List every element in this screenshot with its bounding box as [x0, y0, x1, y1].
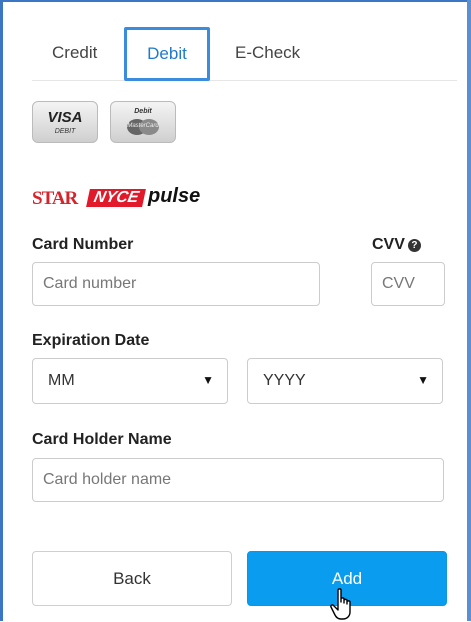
caret-down-icon: ▼: [417, 373, 429, 387]
payment-method-tabs: Credit Debit E-Check: [32, 27, 457, 81]
back-button[interactable]: Back: [32, 551, 232, 606]
tab-debit[interactable]: Debit: [124, 27, 210, 81]
cvv-label: CVV: [372, 236, 405, 253]
card-number-label: Card Number: [32, 236, 134, 253]
month-value: MM: [48, 372, 75, 389]
star-network-logo: STAR: [32, 188, 78, 209]
frame-top-border: [0, 0, 471, 2]
hand-pointer-cursor-icon: [330, 588, 351, 620]
cvv-input[interactable]: [371, 262, 445, 306]
card-holder-name-label: Card Holder Name: [32, 431, 172, 448]
pulse-network-logo: pulse: [148, 185, 201, 207]
tab-credit[interactable]: Credit: [52, 28, 97, 78]
mastercard-brand-text: MasterCard: [127, 123, 159, 129]
question-circle-icon[interactable]: ?: [407, 239, 421, 252]
visa-sub-text: DEBIT: [54, 128, 76, 135]
tab-echeck[interactable]: E-Check: [235, 28, 300, 78]
mastercard-debit-logo: Debit MasterCard: [110, 101, 176, 143]
caret-down-icon: ▼: [202, 373, 214, 387]
expiration-year-select[interactable]: YYYY ▼: [247, 358, 443, 404]
visa-debit-logo: VISA DEBIT: [32, 101, 98, 143]
card-holder-name-input[interactable]: [32, 458, 444, 502]
mastercard-top-text: Debit: [134, 108, 152, 115]
visa-brand-text: VISA: [47, 109, 83, 126]
cvv-label-wrap: CVV?: [372, 236, 421, 254]
nyce-network-logo: NYCE: [86, 189, 147, 207]
expiration-date-label: Expiration Date: [32, 332, 150, 349]
year-value: YYYY: [263, 372, 306, 389]
frame-left-border: [0, 0, 3, 621]
card-number-input[interactable]: [32, 262, 320, 306]
frame-right-border: [467, 0, 471, 621]
expiration-month-select[interactable]: MM ▼: [32, 358, 228, 404]
